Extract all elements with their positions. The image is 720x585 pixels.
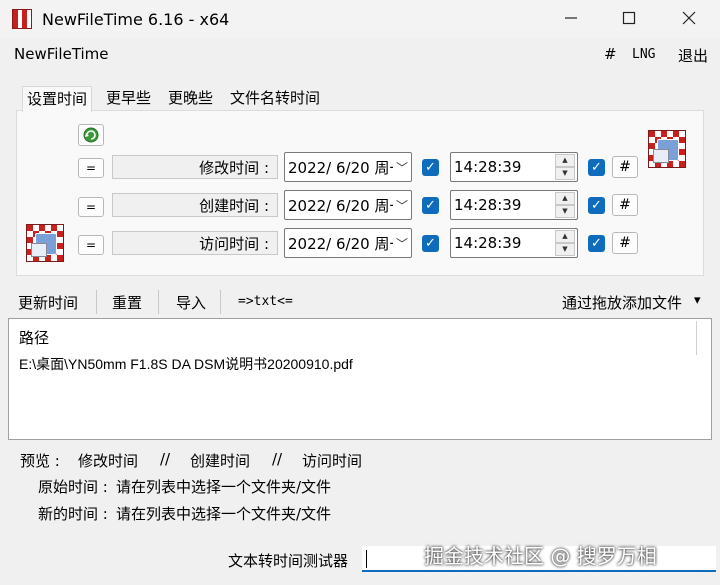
modified-time-label: 修改时间 :: [112, 155, 278, 179]
spin-up-icon[interactable]: ▲: [555, 192, 575, 205]
spin-down-icon[interactable]: ▼: [555, 243, 575, 256]
original-time-label: 原始时间 :: [38, 478, 108, 496]
new-time-value: 请在列表中选择一个文件夹/文件: [116, 505, 332, 523]
tab-later[interactable]: 更晚些: [164, 86, 217, 112]
new-time-label: 新的时间 :: [38, 505, 108, 523]
toolbar: 更新时间 重置 导入 =>txt<= 通过拖放添加文件 ▾: [0, 288, 720, 316]
toolbar-divider: [220, 290, 221, 314]
menu-hash[interactable]: #: [604, 45, 617, 63]
modified-hash-button[interactable]: #: [612, 156, 638, 178]
created-time-value: 14:28:39: [454, 196, 522, 214]
modified-date-checkbox[interactable]: ✓: [422, 159, 439, 176]
drag-add-files-dropdown[interactable]: 通过拖放添加文件: [562, 292, 682, 313]
accessed-time-label: 访问时间 :: [112, 231, 278, 255]
title-bar: NewFileTime 6.16 - x64: [0, 0, 720, 38]
modified-time-input[interactable]: 14:28:39 ▲ ▼: [450, 152, 578, 182]
spin-up-icon[interactable]: ▲: [555, 230, 575, 243]
preview-accessed: 访问时间: [302, 452, 363, 470]
text-to-time-tester-label: 文本转时间测试器: [228, 552, 349, 570]
refresh-icon: [83, 127, 99, 143]
accessed-time-input[interactable]: 14:28:39 ▲ ▼: [450, 228, 578, 258]
drag-source-icon[interactable]: [26, 224, 64, 262]
set-equal-accessed-button[interactable]: =: [78, 235, 104, 255]
accessed-hash-button[interactable]: #: [612, 232, 638, 254]
created-hash-button[interactable]: #: [612, 194, 638, 216]
refresh-button[interactable]: [78, 124, 104, 146]
export-txt-button[interactable]: =>txt<=: [238, 294, 293, 309]
set-equal-modified-button[interactable]: =: [78, 158, 104, 178]
created-time-spinner[interactable]: ▲ ▼: [555, 192, 575, 218]
modified-time-value: 14:28:39: [454, 158, 522, 176]
modified-time-checkbox[interactable]: ✓: [588, 159, 605, 176]
set-equal-created-button[interactable]: =: [78, 197, 104, 217]
accessed-time-value: 14:28:39: [454, 234, 522, 252]
menu-bar: NewFileTime # LNG 退出: [0, 40, 720, 70]
menu-app-name[interactable]: NewFileTime: [14, 45, 109, 63]
window-title: NewFileTime 6.16 - x64: [42, 9, 230, 29]
close-icon: [682, 11, 696, 25]
preview-separator: //: [160, 450, 171, 468]
drag-target-icon[interactable]: [648, 130, 686, 168]
menu-language[interactable]: LNG: [632, 47, 655, 62]
created-date-checkbox[interactable]: ✓: [422, 197, 439, 214]
reset-button[interactable]: 重置: [112, 292, 142, 313]
modified-time-spinner[interactable]: ▲ ▼: [555, 154, 575, 180]
chevron-down-icon: ﹀: [395, 198, 408, 213]
column-divider[interactable]: [696, 321, 697, 355]
modified-date-value: 2022/ 6/20 周一: [288, 158, 393, 177]
app-icon: [12, 9, 32, 29]
preview-separator: //: [272, 450, 283, 468]
created-date-picker[interactable]: 2022/ 6/20 周一 ﹀: [284, 190, 412, 220]
accessed-time-checkbox[interactable]: ✓: [588, 235, 605, 252]
menu-exit[interactable]: 退出: [678, 45, 708, 66]
accessed-date-checkbox[interactable]: ✓: [422, 235, 439, 252]
original-time-value: 请在列表中选择一个文件夹/文件: [116, 478, 332, 496]
maximize-button[interactable]: [600, 0, 658, 36]
tab-filename-to-time[interactable]: 文件名转时间: [226, 86, 324, 112]
created-time-label: 创建时间 :: [112, 193, 278, 217]
accessed-date-picker[interactable]: 2022/ 6/20 周一 ﹀: [284, 228, 412, 258]
maximize-icon: [622, 11, 636, 25]
tab-set-time[interactable]: 设置时间: [22, 86, 93, 112]
modified-date-picker[interactable]: 2022/ 6/20 周一 ﹀: [284, 152, 412, 182]
spin-up-icon[interactable]: ▲: [555, 154, 575, 167]
list-column-path[interactable]: 路径: [19, 327, 49, 348]
text-cursor: [366, 550, 367, 568]
preview-modified: 修改时间: [78, 452, 139, 470]
chevron-down-icon: ﹀: [395, 236, 408, 251]
close-button[interactable]: [660, 0, 718, 36]
chevron-down-icon[interactable]: ▾: [694, 293, 701, 308]
watermark: 掘金技术社区 @ 搜罗万相: [424, 544, 657, 568]
list-item[interactable]: E:\桌面\YN50mm F1.8S DA DSM说明书20200910.pdf: [19, 354, 353, 374]
preview-label: 预览 :: [20, 452, 60, 470]
file-list[interactable]: 路径 E:\桌面\YN50mm F1.8S DA DSM说明书20200910.…: [8, 318, 712, 440]
spin-down-icon[interactable]: ▼: [555, 205, 575, 218]
chevron-down-icon: ﹀: [395, 160, 408, 175]
created-time-checkbox[interactable]: ✓: [588, 197, 605, 214]
spin-down-icon[interactable]: ▼: [555, 167, 575, 180]
created-time-input[interactable]: 14:28:39 ▲ ▼: [450, 190, 578, 220]
created-date-value: 2022/ 6/20 周一: [288, 196, 393, 215]
update-time-button[interactable]: 更新时间: [18, 292, 78, 313]
accessed-date-value: 2022/ 6/20 周一: [288, 234, 393, 253]
toolbar-divider: [96, 290, 97, 314]
minimize-button[interactable]: [542, 0, 600, 36]
import-button[interactable]: 导入: [176, 292, 206, 313]
tab-earlier[interactable]: 更早些: [102, 86, 155, 112]
accessed-time-spinner[interactable]: ▲ ▼: [555, 230, 575, 256]
preview-created: 创建时间: [190, 452, 251, 470]
minimize-icon: [565, 17, 577, 19]
toolbar-divider: [158, 290, 159, 314]
